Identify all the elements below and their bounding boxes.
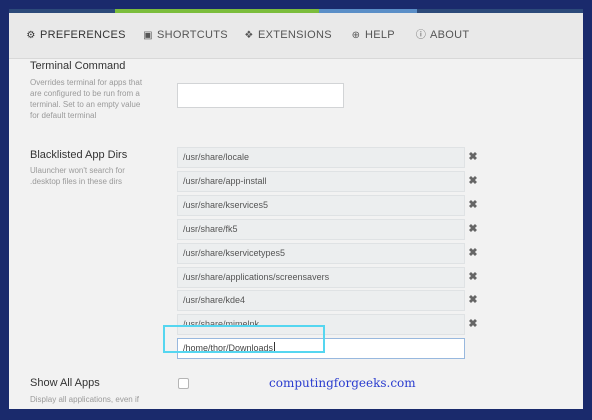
blacklist-dir-field[interactable]: /usr/share/locale [177,147,465,168]
blacklist-dir-field[interactable]: /usr/share/applications/screensavers [177,267,465,288]
preferences-window: ⚙ PREFERENCES ▣ SHORTCUTS ❖ EXTENSIONS ⊕ HEL… [9,9,583,409]
terminal-desc-line-3: terminal. Set to an empty value [30,100,141,109]
tab-bar: ⚙ PREFERENCES ▣ SHORTCUTS ❖ EXTENSIONS ⊕ HEL… [9,13,583,59]
remove-dir-icon[interactable]: ✖ [468,223,478,235]
blacklisted-dirs-description: Ulauncher won't search for .desktop file… [30,165,125,187]
tab-preferences[interactable]: ⚙ PREFERENCES [25,13,126,58]
shortcuts-icon: ▣ [143,30,153,41]
show-all-apps-checkbox[interactable] [178,378,189,389]
tab-help-label: HELP [365,29,395,41]
gear-icon: ⚙ [26,30,36,41]
remove-dir-icon[interactable]: ✖ [468,318,478,330]
remove-dir-icon[interactable]: ✖ [468,271,478,283]
show-all-apps-title: Show All Apps [30,377,100,389]
tab-preferences-label: PREFERENCES [40,29,126,41]
lifebuoy-icon: ⊕ [351,30,361,41]
terminal-command-title: Terminal Command [30,60,126,72]
blacklisted-dirs-title: Blacklisted App Dirs [30,149,128,161]
tab-about[interactable]: ⓘ ABOUT [415,13,469,58]
remove-dir-icon[interactable]: ✖ [468,247,478,259]
blacklist-dir-field[interactable]: /usr/share/mimelnk [177,314,465,335]
tab-extensions-label: EXTENSIONS [258,29,332,41]
terminal-command-description: Overrides terminal for apps that are con… [30,77,142,121]
blacklist-desc-line-1: Ulauncher won't search for [30,166,125,175]
remove-dir-icon[interactable]: ✖ [468,175,478,187]
blacklist-desc-line-2: .desktop files in these dirs [30,177,123,186]
remove-dir-icon[interactable]: ✖ [468,199,478,211]
remove-dir-icon[interactable]: ✖ [468,294,478,306]
new-blacklist-dir-input[interactable]: /home/thor/Downloads [177,338,465,359]
terminal-command-input[interactable] [177,83,344,108]
terminal-desc-line-1: Overrides terminal for apps that [30,78,143,87]
tab-help[interactable]: ⊕ HELP [350,13,395,58]
blacklist-dir-field[interactable]: /usr/share/kservicetypes5 [177,243,465,264]
puzzle-icon: ❖ [244,30,254,41]
terminal-desc-line-4: for default terminal [30,111,97,120]
info-icon: ⓘ [415,30,427,41]
watermark-text: computingforgeeks.com [269,376,416,390]
tab-extensions[interactable]: ❖ EXTENSIONS [243,13,332,58]
blacklist-dir-field[interactable]: /usr/share/fk5 [177,219,465,240]
terminal-desc-line-2: are configured to be run from a [30,89,140,98]
tab-shortcuts[interactable]: ▣ SHORTCUTS [142,13,228,58]
blacklist-dir-field[interactable]: /usr/share/app-install [177,171,465,192]
show-all-apps-description: Display all applications, even if [30,395,139,404]
remove-dir-icon[interactable]: ✖ [468,151,478,163]
blacklist-dir-field[interactable]: /usr/share/kde4 [177,290,465,311]
blacklist-dir-field[interactable]: /usr/share/kservices5 [177,195,465,216]
tab-shortcuts-label: SHORTCUTS [157,29,228,41]
new-dir-text: /home/thor/Downloads [183,343,274,353]
tab-about-label: ABOUT [430,29,470,41]
text-caret [274,342,276,353]
